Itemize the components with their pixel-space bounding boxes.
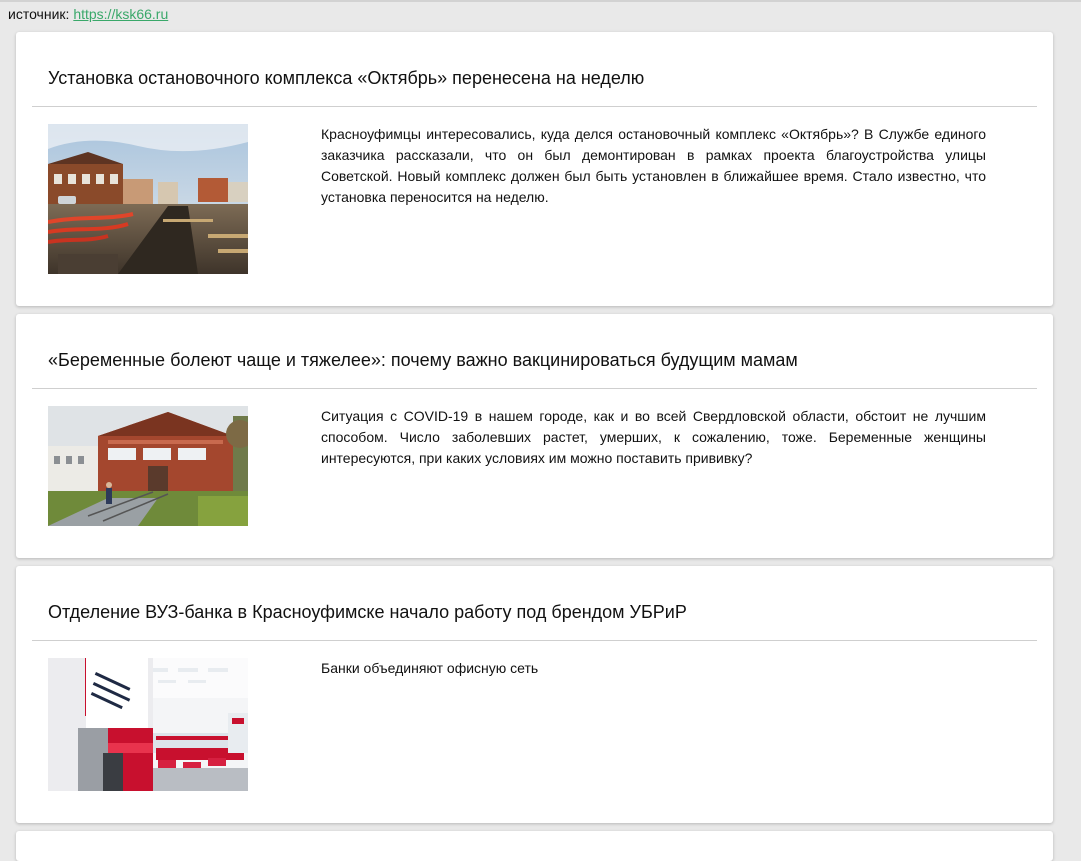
card-divider <box>32 388 1037 389</box>
source-line: источник: https://ksk66.ru <box>8 6 168 22</box>
news-card-excerpt: Банки объединяют офисную сеть <box>321 660 539 676</box>
bank-office-photo <box>48 658 248 791</box>
card-divider <box>32 640 1037 641</box>
street-construction-photo <box>48 124 248 274</box>
news-card[interactable]: «Беременные болеют чаще и тяжелее»: поче… <box>16 314 1053 558</box>
news-card-image[interactable] <box>48 124 248 274</box>
news-card[interactable]: Отделение ВУЗ-банка в Красноуфимске нача… <box>16 566 1053 823</box>
top-border <box>0 0 1081 2</box>
brick-building-photo <box>48 406 248 526</box>
news-card-image[interactable] <box>48 658 248 791</box>
source-link[interactable]: https://ksk66.ru <box>73 6 168 22</box>
news-card-excerpt: Ситуация с COVID-19 в нашем городе, как … <box>321 408 986 466</box>
news-card-title[interactable]: Установка остановочного комплекса «Октяб… <box>48 67 644 89</box>
news-card[interactable]: Установка остановочного комплекса «Октяб… <box>16 32 1053 306</box>
news-card-image[interactable] <box>48 406 248 526</box>
card-divider <box>32 106 1037 107</box>
news-card-title[interactable]: «Беременные болеют чаще и тяжелее»: поче… <box>48 349 798 371</box>
news-card-excerpt: Красноуфимцы интересовались, куда делся … <box>321 126 986 205</box>
source-label: источник: <box>8 6 70 22</box>
news-card-next[interactable] <box>16 831 1053 861</box>
news-card-title[interactable]: Отделение ВУЗ-банка в Красноуфимске нача… <box>48 601 687 623</box>
